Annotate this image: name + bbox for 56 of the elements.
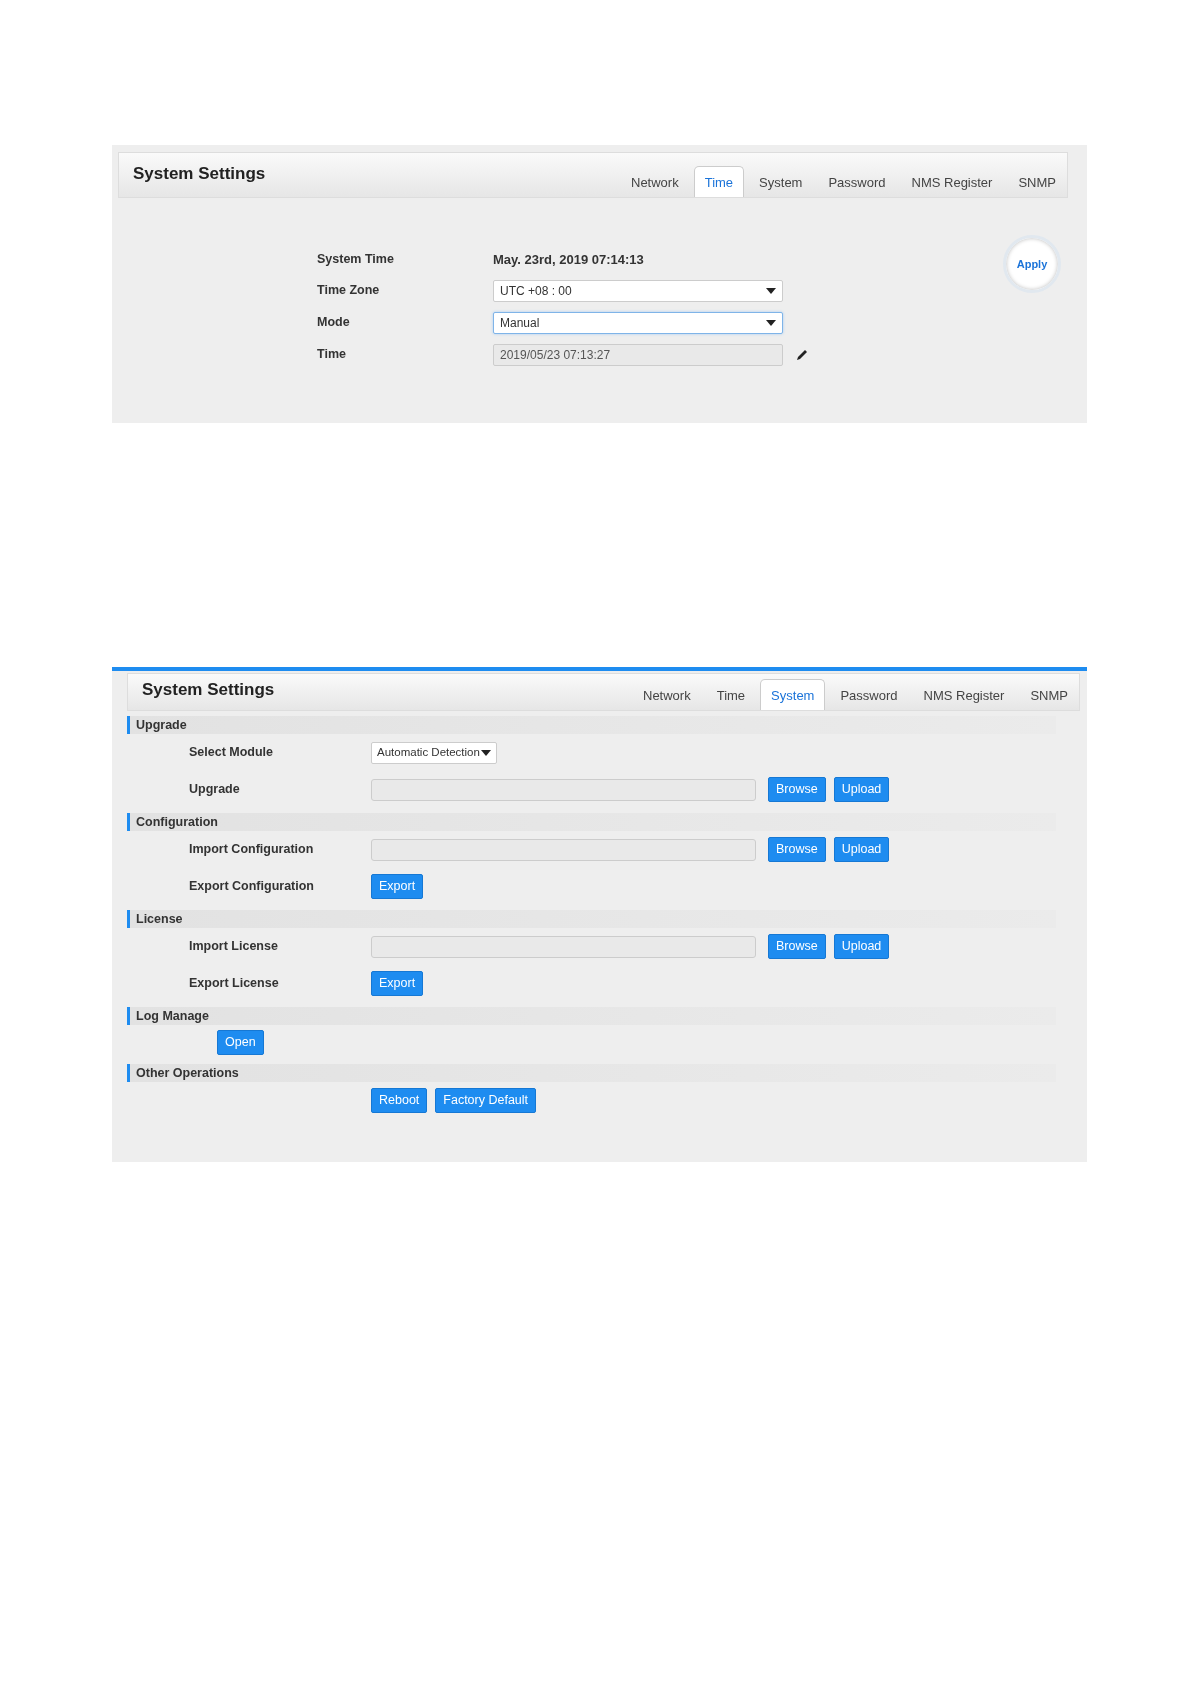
- field-label: Export Configuration: [189, 878, 315, 896]
- tab[interactable]: NMS Register: [912, 678, 1016, 710]
- tab[interactable]: System: [760, 678, 826, 710]
- action-button[interactable]: Browse: [768, 777, 826, 802]
- dropdown-value: Manual: [500, 314, 540, 332]
- dropdown-value: UTC +08 : 00: [500, 282, 572, 300]
- input-field[interactable]: [371, 778, 756, 801]
- field-label: Mode: [317, 314, 351, 332]
- field-label: Import License: [189, 938, 279, 956]
- action-button[interactable]: Upload: [833, 777, 890, 802]
- tab[interactable]: Time: [693, 165, 745, 197]
- field-label: Select Module: [189, 744, 275, 762]
- tab[interactable]: Network: [632, 678, 702, 710]
- field-label: Export License: [189, 975, 280, 993]
- action-button[interactable]: Upload: [833, 837, 890, 862]
- dropdown[interactable]: Automatic Detection: [371, 741, 497, 764]
- section-header: Upgrade: [127, 716, 1056, 734]
- caret-icon: [766, 319, 776, 326]
- action-button[interactable]: Export: [371, 874, 424, 899]
- action-button[interactable]: Upload: [833, 934, 890, 959]
- action-button[interactable]: Factory Default: [435, 1088, 537, 1113]
- field-value: May. 23rd, 2019 07:14:13: [493, 251, 645, 269]
- field-label: Time Zone: [317, 282, 381, 300]
- input-field[interactable]: 2019/05/23 07:13:27: [493, 343, 783, 366]
- tab[interactable]: Password: [817, 165, 897, 197]
- section-header: Other Operations: [127, 1064, 1056, 1082]
- field-label: System Time: [317, 251, 395, 269]
- action-button[interactable]: Reboot: [371, 1088, 428, 1113]
- action-button[interactable]: Browse: [768, 837, 826, 862]
- tab[interactable]: SNMP: [1007, 165, 1067, 197]
- action-button[interactable]: Browse: [768, 934, 826, 959]
- action-button[interactable]: Export: [371, 971, 424, 996]
- pencil-icon[interactable]: [795, 347, 809, 362]
- panel-title: System Settings: [142, 679, 275, 701]
- tab[interactable]: Password: [829, 678, 909, 710]
- field-label: Time: [317, 346, 347, 364]
- field-label: Import Configuration: [189, 841, 315, 859]
- tab[interactable]: System: [748, 165, 814, 197]
- tab[interactable]: NMS Register: [900, 165, 1004, 197]
- caret-icon: [481, 749, 491, 756]
- section-header: Log Manage: [127, 1007, 1056, 1025]
- dropdown-value: Automatic Detection: [377, 744, 480, 760]
- apply-button[interactable]: Apply: [1003, 235, 1061, 293]
- action-button[interactable]: Open: [217, 1030, 264, 1055]
- tab[interactable]: Time: [705, 678, 757, 710]
- tab[interactable]: SNMP: [1019, 678, 1079, 710]
- dropdown[interactable]: Manual: [493, 311, 783, 334]
- tab[interactable]: Network: [620, 165, 690, 197]
- panel-title: System Settings: [133, 163, 266, 185]
- section-header: License: [127, 910, 1056, 928]
- input-field[interactable]: [371, 935, 756, 958]
- caret-icon: [766, 287, 776, 294]
- dropdown[interactable]: UTC +08 : 00: [493, 279, 783, 302]
- field-label: Upgrade: [189, 781, 241, 799]
- section-header: Configuration: [127, 813, 1056, 831]
- input-field[interactable]: [371, 838, 756, 861]
